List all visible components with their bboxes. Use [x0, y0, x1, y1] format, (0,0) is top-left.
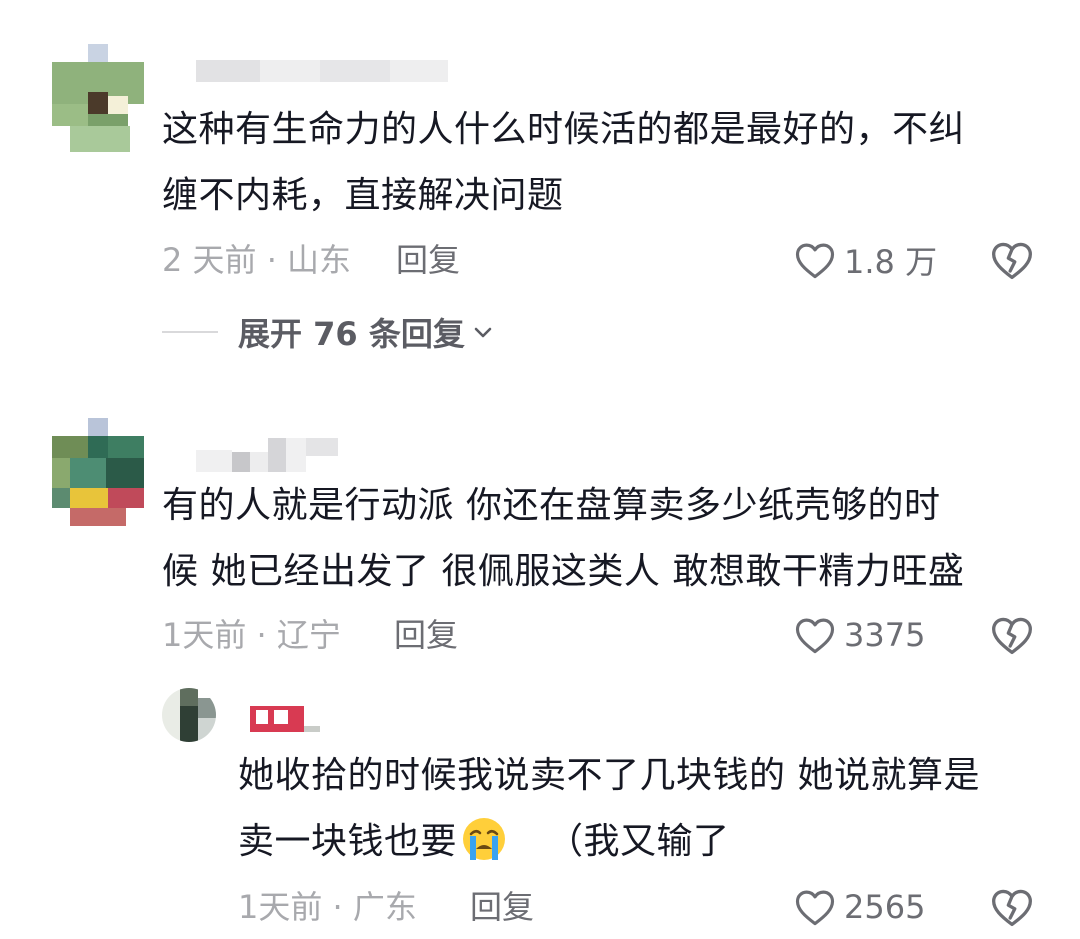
reply-text-line: 卖一块钱也要 （我又输了 [238, 809, 980, 875]
heart-outline-icon [795, 618, 835, 654]
reply-text: 她收拾的时候我说卖不了几块钱的 她说就算是 卖一块钱也要 （我又输了 [238, 743, 980, 875]
reply-button[interactable]: 回复 [394, 615, 458, 655]
heart-outline-icon [795, 890, 835, 926]
reply-meta: 1天前 · 广东 [238, 888, 417, 926]
like-count: 2565 [844, 888, 926, 926]
comment-text: 有的人就是行动派 你还在盘算卖多少纸壳够的时 候 她已经出发了 很佩服这类人 敢… [162, 473, 964, 605]
avatar[interactable] [162, 688, 216, 742]
reply-text-segment: 卖一块钱也要 [238, 821, 458, 862]
comment-text-line: 候 她已经出发了 很佩服这类人 敢想敢干精力旺盛 [162, 551, 965, 592]
comment-item: 有的人就是行动派 你还在盘算卖多少纸壳够的时 候 她已经出发了 很佩服这类人 敢… [0, 0, 1080, 939]
broken-heart-icon[interactable] [990, 613, 1034, 657]
reply-text-segment: （我又输了 [547, 821, 730, 862]
like-button[interactable]: 2565 [794, 885, 925, 929]
broken-heart-icon[interactable] [990, 885, 1034, 929]
username[interactable] [250, 706, 320, 734]
reply-button[interactable]: 回复 [470, 887, 534, 927]
username[interactable] [196, 438, 346, 472]
reply-text-line: 她收拾的时候我说卖不了几块钱的 她说就算是 [238, 755, 980, 796]
like-button[interactable]: 3375 [794, 613, 925, 657]
crying-face-emoji-icon [463, 818, 506, 860]
comment-meta: 1天前 · 辽宁 [162, 616, 341, 654]
avatar[interactable] [52, 418, 144, 526]
comment-text-line: 有的人就是行动派 你还在盘算卖多少纸壳够的时 [162, 485, 941, 526]
like-count: 3375 [844, 616, 926, 654]
